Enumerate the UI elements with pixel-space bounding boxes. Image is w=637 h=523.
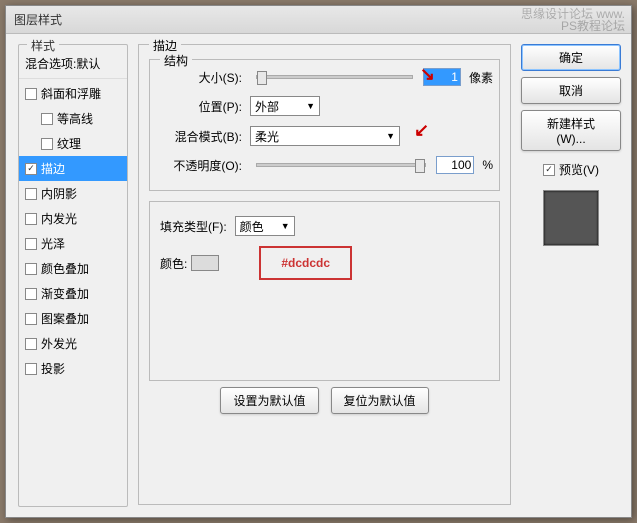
styles-fieldset: 样式 混合选项:默认 斜面和浮雕 等高线 纹理: [18, 44, 128, 507]
color-swatch[interactable]: [191, 255, 219, 271]
size-unit: 像素: [469, 69, 493, 86]
position-row: 位置(P): 外部 ▼: [156, 96, 493, 116]
blend-row: 混合模式(B): 柔光 ▼ ↙: [156, 126, 493, 146]
settings-panel: 描边 结构 大小(S): 1 ↘ 像素 位置(P): 外部 ▼: [138, 44, 511, 507]
ok-button[interactable]: 确定: [521, 44, 621, 71]
opacity-row: 不透明度(O): 100 %: [156, 156, 493, 174]
stroke-group: 描边 结构 大小(S): 1 ↘ 像素 位置(P): 外部 ▼: [138, 44, 511, 505]
style-item-texture[interactable]: 纹理: [19, 131, 127, 156]
style-item-satin[interactable]: 光泽: [19, 231, 127, 256]
titlebar[interactable]: 图层样式 思缘设计论坛 www. PS教程论坛: [6, 6, 631, 34]
checkbox[interactable]: [25, 288, 37, 300]
reset-default-button[interactable]: 复位为默认值: [331, 387, 429, 414]
checkbox[interactable]: [25, 338, 37, 350]
opacity-slider[interactable]: [256, 163, 426, 167]
action-panel: 确定 取消 新建样式(W)... 预览(V): [521, 44, 621, 507]
checkbox[interactable]: [25, 213, 37, 225]
checkbox[interactable]: [25, 263, 37, 275]
checkbox[interactable]: [25, 188, 37, 200]
dialog-body: 样式 混合选项:默认 斜面和浮雕 等高线 纹理: [6, 34, 631, 517]
window-title: 图层样式: [14, 11, 62, 28]
style-item-inner-shadow[interactable]: 内阴影: [19, 181, 127, 206]
style-item-outer-glow[interactable]: 外发光: [19, 331, 127, 356]
chevron-down-icon: ▼: [281, 221, 290, 231]
blending-options[interactable]: 混合选项:默认: [19, 51, 127, 79]
checkbox[interactable]: [25, 363, 37, 375]
size-label: 大小(S):: [156, 69, 246, 86]
size-row: 大小(S): 1 ↘ 像素: [156, 68, 493, 86]
annotation-arrow: ↙: [414, 120, 429, 141]
checkbox[interactable]: [25, 163, 37, 175]
structure-legend: 结构: [160, 52, 192, 69]
styles-panel: 样式 混合选项:默认 斜面和浮雕 等高线 纹理: [18, 44, 128, 507]
fill-label: 填充类型(F):: [160, 218, 231, 235]
layer-style-dialog: 图层样式 思缘设计论坛 www. PS教程论坛 样式 混合选项:默认 斜面和浮雕: [5, 5, 632, 518]
checkbox[interactable]: [41, 138, 53, 150]
fill-group: 填充类型(F): 颜色 ▼ 颜色: #dcdcdc: [149, 201, 500, 381]
style-item-stroke[interactable]: 描边: [19, 156, 127, 181]
opacity-input[interactable]: 100: [436, 156, 474, 174]
default-buttons: 设置为默认值 复位为默认值: [149, 387, 500, 414]
preview-checkbox[interactable]: [543, 164, 555, 176]
style-item-contour[interactable]: 等高线: [19, 106, 127, 131]
color-label: 颜色:: [160, 255, 187, 272]
style-item-color-overlay[interactable]: 颜色叠加: [19, 256, 127, 281]
size-input[interactable]: 1: [423, 68, 461, 86]
cancel-button[interactable]: 取消: [521, 77, 621, 104]
checkbox[interactable]: [41, 113, 53, 125]
preview-box: [543, 190, 599, 246]
styles-list: 混合选项:默认 斜面和浮雕 等高线 纹理: [19, 51, 127, 381]
style-item-drop-shadow[interactable]: 投影: [19, 356, 127, 381]
chevron-down-icon: ▼: [306, 101, 315, 111]
blend-label: 混合模式(B):: [156, 128, 246, 145]
opacity-unit: %: [482, 158, 493, 172]
chevron-down-icon: ▼: [386, 131, 395, 141]
hex-annotation: #dcdcdc: [259, 246, 352, 280]
style-item-gradient-overlay[interactable]: 渐变叠加: [19, 281, 127, 306]
fill-type-row: 填充类型(F): 颜色 ▼: [160, 216, 489, 236]
styles-legend: 样式: [27, 37, 59, 54]
fill-select[interactable]: 颜色 ▼: [235, 216, 295, 236]
position-label: 位置(P):: [156, 98, 246, 115]
opacity-label: 不透明度(O):: [156, 157, 246, 174]
position-select[interactable]: 外部 ▼: [250, 96, 320, 116]
blend-select[interactable]: 柔光 ▼: [250, 126, 400, 146]
style-item-pattern-overlay[interactable]: 图案叠加: [19, 306, 127, 331]
checkbox[interactable]: [25, 88, 37, 100]
watermark: 思缘设计论坛 www. PS教程论坛: [521, 8, 625, 32]
structure-group: 结构 大小(S): 1 ↘ 像素 位置(P): 外部 ▼: [149, 59, 500, 191]
style-item-inner-glow[interactable]: 内发光: [19, 206, 127, 231]
color-row: 颜色: #dcdcdc: [160, 246, 489, 280]
checkbox[interactable]: [25, 313, 37, 325]
new-style-button[interactable]: 新建样式(W)...: [521, 110, 621, 151]
size-slider[interactable]: [256, 75, 413, 79]
style-item-bevel[interactable]: 斜面和浮雕: [19, 81, 127, 106]
preview-toggle[interactable]: 预览(V): [521, 161, 621, 178]
preview-label: 预览(V): [559, 161, 599, 178]
set-default-button[interactable]: 设置为默认值: [220, 387, 318, 414]
checkbox[interactable]: [25, 238, 37, 250]
